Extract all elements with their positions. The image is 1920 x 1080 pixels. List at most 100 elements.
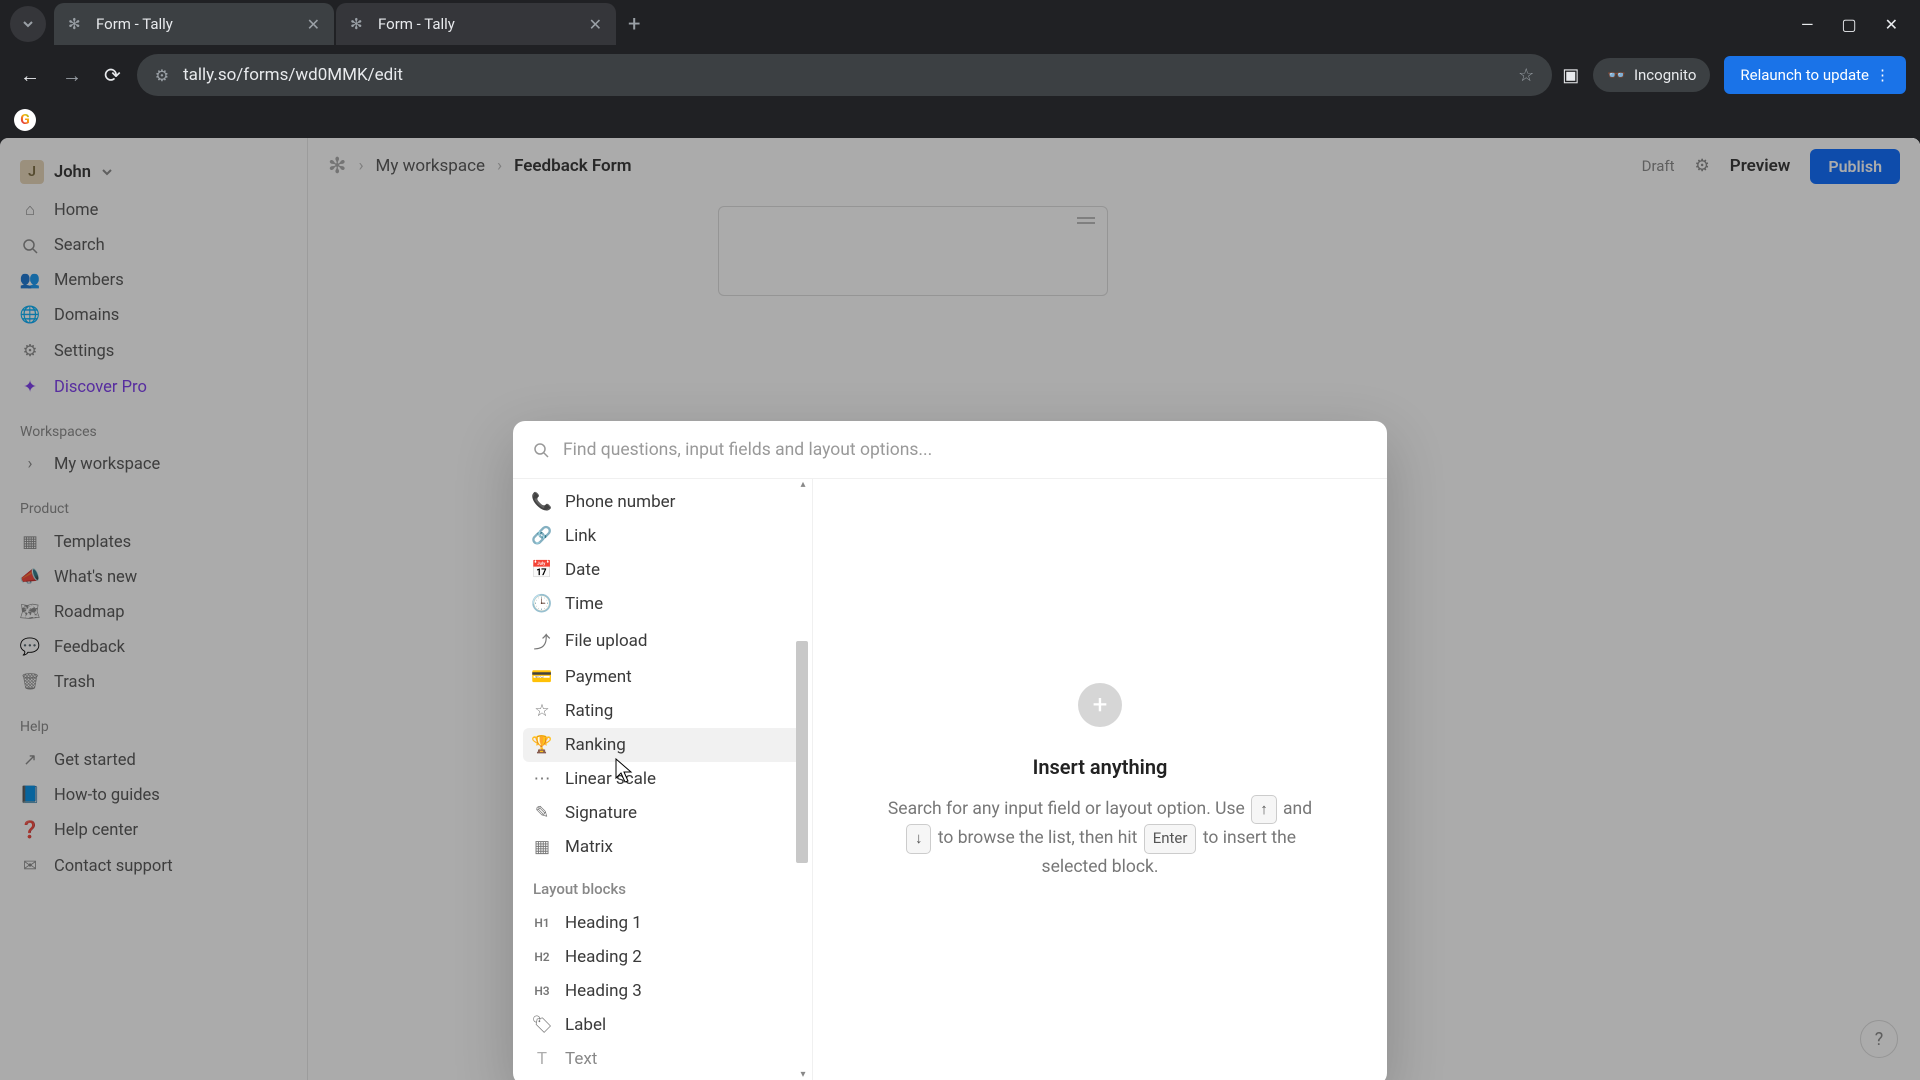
- block-item-label: Time: [565, 594, 603, 614]
- grid-icon: ▦: [533, 837, 551, 857]
- block-section-layout: Layout blocks: [523, 864, 804, 906]
- block-item-label: Rating: [565, 701, 613, 721]
- block-item-label: Text: [565, 1049, 597, 1069]
- incognito-label: Incognito: [1634, 66, 1696, 84]
- minimize-button[interactable]: —: [1801, 15, 1814, 34]
- insert-block-modal: 📞 Phone number 🔗 Link 📅 Date 🕒 Time ⤴ File up…: [513, 421, 1387, 1080]
- block-item-label: Payment: [565, 667, 632, 687]
- block-item-label: Heading 1: [565, 913, 642, 933]
- block-item-label: Ranking: [565, 735, 626, 755]
- browser-tab-active[interactable]: ✻ Form - Tally ✕: [54, 3, 334, 45]
- block-item-payment[interactable]: 💳 Payment: [523, 660, 804, 694]
- site-settings-icon[interactable]: ⚙: [155, 66, 169, 85]
- block-item-label: Link: [565, 526, 596, 546]
- block-item-label: Date: [565, 560, 600, 580]
- block-item-text[interactable]: T Text: [523, 1042, 804, 1076]
- credit-card-icon: 💳: [533, 667, 551, 687]
- block-item-phone[interactable]: 📞 Phone number: [523, 485, 804, 519]
- key-down: ↓: [906, 824, 932, 853]
- block-item-label: Phone number: [565, 492, 675, 512]
- preview-title: Insert anything: [1033, 755, 1168, 779]
- scroll-thumb[interactable]: [796, 641, 808, 863]
- block-item-label: Matrix: [565, 837, 613, 857]
- block-item-file-upload[interactable]: ⤴ File upload: [523, 621, 804, 660]
- pen-icon: ✎: [533, 803, 551, 823]
- key-enter: Enter: [1144, 824, 1197, 853]
- google-bookmark[interactable]: G: [14, 109, 36, 131]
- h1-icon: H1: [533, 916, 551, 930]
- search-icon: [533, 442, 549, 458]
- preview-description: Search for any input field or layout opt…: [873, 795, 1327, 881]
- tag-icon: 🏷: [533, 1015, 551, 1035]
- relaunch-button[interactable]: Relaunch to update ⋮: [1724, 56, 1906, 94]
- phone-icon: 📞: [533, 492, 551, 512]
- tab-title: Form - Tally: [378, 15, 455, 33]
- maximize-button[interactable]: ▢: [1841, 15, 1856, 34]
- block-item-date[interactable]: 📅 Date: [523, 553, 804, 587]
- bookmark-bar: G: [0, 102, 1920, 138]
- block-item-matrix[interactable]: ▦ Matrix: [523, 830, 804, 864]
- close-window-button[interactable]: ✕: [1885, 15, 1898, 34]
- trophy-icon: 🏆: [533, 735, 551, 755]
- star-icon: ☆: [533, 701, 551, 721]
- browser-tab[interactable]: ✻ Form - Tally ✕: [336, 3, 616, 45]
- close-tab-icon[interactable]: ✕: [307, 15, 320, 34]
- close-tab-icon[interactable]: ✕: [589, 15, 602, 34]
- plus-circle-icon: +: [1078, 683, 1122, 727]
- block-list-panel[interactable]: 📞 Phone number 🔗 Link 📅 Date 🕒 Time ⤴ File up…: [513, 479, 813, 1080]
- browser-toolbar: ← → ⟳ ⚙ tally.so/forms/wd0MMK/edit ☆ ▣ 👓…: [0, 48, 1920, 102]
- window-controls: — ▢ ✕: [1801, 15, 1920, 34]
- bookmark-star-icon[interactable]: ☆: [1518, 65, 1534, 86]
- tab-search-dropdown[interactable]: [10, 6, 46, 42]
- block-item-label: Signature: [565, 803, 637, 823]
- incognito-icon: 👓: [1607, 66, 1626, 84]
- block-item-heading-2[interactable]: H2 Heading 2: [523, 940, 804, 974]
- tally-favicon-icon: ✻: [350, 15, 368, 33]
- block-item-ranking[interactable]: 🏆 Ranking: [523, 728, 804, 762]
- tally-favicon-icon: ✻: [68, 15, 86, 33]
- block-item-label: File upload: [565, 631, 647, 651]
- forward-button[interactable]: →: [56, 57, 88, 94]
- block-item-label: Linear scale: [565, 769, 656, 789]
- list-scrollbar[interactable]: ▴ ▾: [796, 479, 810, 1080]
- block-item-label: Heading 3: [565, 981, 642, 1001]
- menu-dots-icon: ⋮: [1875, 66, 1890, 84]
- relaunch-label: Relaunch to update: [1740, 66, 1869, 84]
- browser-chrome: ✻ Form - Tally ✕ ✻ Form - Tally ✕ + — ▢ …: [0, 0, 1920, 118]
- app-viewport: J John ⌂Home Search 👥Members 🌐Domains ⚙S…: [0, 138, 1920, 1080]
- block-item-label: Label: [565, 1015, 606, 1035]
- scroll-up-arrow-icon[interactable]: ▴: [796, 479, 810, 495]
- block-item-label[interactable]: 🏷 Label: [523, 1008, 804, 1042]
- key-up: ↑: [1251, 795, 1277, 824]
- block-item-signature[interactable]: ✎ Signature: [523, 796, 804, 830]
- link-icon: 🔗: [533, 526, 551, 546]
- block-item-rating[interactable]: ☆ Rating: [523, 694, 804, 728]
- new-tab-button[interactable]: +: [628, 12, 640, 37]
- h2-icon: H2: [533, 950, 551, 964]
- url-text: tally.so/forms/wd0MMK/edit: [183, 65, 403, 85]
- upload-icon: ⤴: [533, 628, 551, 653]
- scroll-down-arrow-icon[interactable]: ▾: [796, 1069, 810, 1080]
- block-preview-panel: + Insert anything Search for any input f…: [813, 479, 1387, 1080]
- address-bar[interactable]: ⚙ tally.so/forms/wd0MMK/edit ☆: [137, 54, 1552, 96]
- text-icon: T: [533, 1049, 551, 1069]
- reload-button[interactable]: ⟳: [98, 57, 127, 93]
- block-item-time[interactable]: 🕒 Time: [523, 587, 804, 621]
- h3-icon: H3: [533, 984, 551, 998]
- calendar-icon: 📅: [533, 560, 551, 580]
- block-item-label: Heading 2: [565, 947, 642, 967]
- extensions-icon[interactable]: ▣: [1562, 65, 1579, 86]
- clock-icon: 🕒: [533, 594, 551, 614]
- block-item-heading-1[interactable]: H1 Heading 1: [523, 906, 804, 940]
- back-button[interactable]: ←: [14, 57, 46, 94]
- tab-title: Form - Tally: [96, 15, 173, 33]
- tab-strip: ✻ Form - Tally ✕ ✻ Form - Tally ✕ + — ▢ …: [0, 0, 1920, 48]
- dots-icon: ⋯: [533, 769, 551, 789]
- block-item-heading-3[interactable]: H3 Heading 3: [523, 974, 804, 1008]
- block-search-input[interactable]: [563, 440, 1367, 460]
- block-item-link[interactable]: 🔗 Link: [523, 519, 804, 553]
- block-item-linear-scale[interactable]: ⋯ Linear scale: [523, 762, 804, 796]
- modal-search-row: [513, 421, 1387, 479]
- incognito-chip[interactable]: 👓 Incognito: [1593, 58, 1710, 92]
- chevron-down-icon: [22, 18, 34, 30]
